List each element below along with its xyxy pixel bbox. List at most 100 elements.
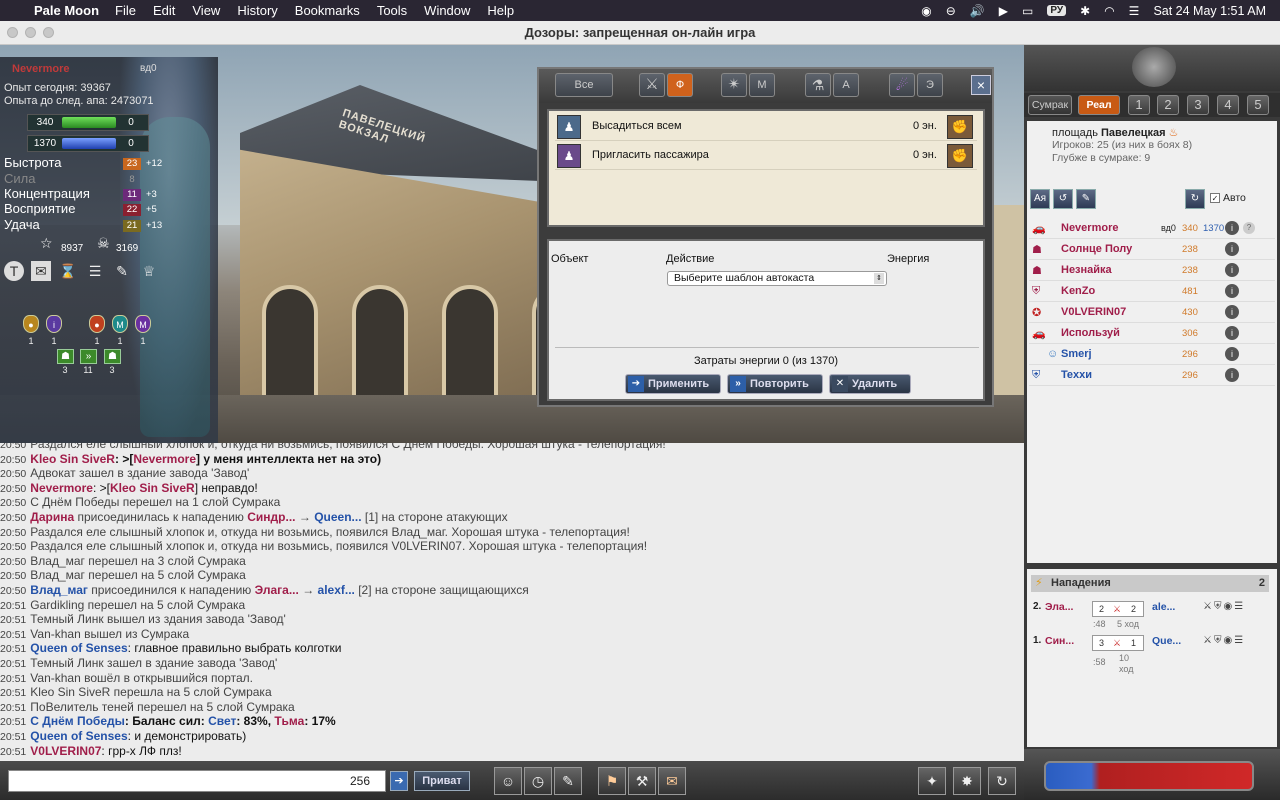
auto-refresh-toggle[interactable]: ✓ Авто bbox=[1210, 192, 1246, 204]
wifi-icon[interactable]: ◠ bbox=[1104, 4, 1114, 18]
clock[interactable]: Sat 24 May 1:51 AM bbox=[1153, 4, 1266, 18]
effect-badge-3[interactable]: ● bbox=[89, 315, 105, 333]
character-name[interactable]: Nevermore bbox=[12, 63, 69, 75]
trophy-icon[interactable]: ♕ bbox=[139, 261, 159, 281]
notes-icon[interactable]: ✎ bbox=[554, 767, 582, 795]
chat-nickname[interactable]: V0LVERIN07 bbox=[30, 744, 101, 758]
mail-send-icon[interactable]: ✉ bbox=[658, 767, 686, 795]
checkbox[interactable]: ✓ bbox=[1210, 193, 1220, 203]
chat-nickname[interactable]: Kleo Sin SiveR bbox=[30, 452, 115, 466]
profile-icon[interactable]: T bbox=[4, 261, 24, 281]
chat-nickname[interactable]: С Днём Победы bbox=[30, 714, 125, 728]
mail-icon[interactable]: ✉ bbox=[31, 261, 51, 281]
menu-edit[interactable]: Edit bbox=[153, 3, 175, 18]
chat-nickname[interactable]: Queen of Senses bbox=[30, 729, 127, 743]
table-row[interactable]: ⛨ Texxи 296 i bbox=[1029, 366, 1275, 386]
scroll-icon[interactable]: ☰ bbox=[1234, 635, 1243, 646]
tab-f-icon[interactable]: ⚔ bbox=[639, 73, 665, 97]
info-icon[interactable]: i bbox=[1225, 326, 1239, 340]
pen-icon[interactable]: ✎ bbox=[1076, 189, 1096, 209]
delete-button[interactable]: ✕ Удалить bbox=[829, 374, 911, 394]
layer-twilight-button[interactable]: Сумрак bbox=[1028, 95, 1072, 115]
scroll-icon[interactable]: ☰ bbox=[85, 261, 105, 281]
chat-nickname[interactable]: Влад_маг bbox=[30, 583, 88, 597]
layer-real-button[interactable]: Реал bbox=[1078, 95, 1120, 115]
layer-3-button[interactable]: 3 bbox=[1187, 95, 1209, 115]
send-button[interactable]: ➔ bbox=[390, 771, 408, 791]
layer-2-button[interactable]: 2 bbox=[1157, 95, 1179, 115]
effect-badge-1[interactable]: ● bbox=[23, 315, 39, 333]
chat-nickname[interactable]: Nevermore bbox=[30, 481, 93, 495]
info-icon[interactable]: i bbox=[1225, 284, 1239, 298]
tab-a-icon[interactable]: ⚗ bbox=[805, 73, 831, 97]
chat-nickname[interactable]: Kleo Sin SiveR bbox=[110, 481, 195, 495]
menu-window[interactable]: Window bbox=[424, 3, 470, 18]
chat-nickname[interactable]: Тьма bbox=[274, 714, 304, 728]
chat-nickname[interactable]: Дарина bbox=[30, 510, 74, 524]
buff-badge-2[interactable]: » bbox=[80, 349, 97, 364]
chat-nickname[interactable]: Синдр... bbox=[247, 510, 295, 524]
attack-row[interactable]: 2. Эла... 2 ⚔ 2 ale... ⚔ ⛨ ◉ ☰ :48 5 ход bbox=[1031, 599, 1269, 631]
tab-a[interactable]: А bbox=[833, 73, 859, 97]
buff-badge-3[interactable]: ☗ bbox=[104, 349, 121, 364]
battle-icon[interactable]: ✸ bbox=[953, 767, 981, 795]
effect-badge-2[interactable]: i bbox=[46, 315, 62, 333]
layer-4-button[interactable]: 4 bbox=[1217, 95, 1239, 115]
fist-icon[interactable]: ✊ bbox=[947, 144, 973, 168]
shield-icon[interactable]: ⛨ bbox=[1214, 601, 1222, 612]
chat-nickname[interactable]: Queen... bbox=[314, 510, 361, 524]
tab-e-icon[interactable]: ☄ bbox=[889, 73, 915, 97]
tab-m[interactable]: М bbox=[749, 73, 775, 97]
table-row[interactable]: 🚗 Используй 306 i bbox=[1029, 324, 1275, 344]
menu-bookmarks[interactable]: Bookmarks bbox=[295, 3, 360, 18]
table-row[interactable]: ☺ Smerj 296 i bbox=[1029, 345, 1275, 365]
menu-tools[interactable]: Tools bbox=[377, 3, 407, 18]
status-circle-icon[interactable]: ⊖ bbox=[946, 4, 956, 18]
eye-icon[interactable]: ◉ bbox=[1223, 601, 1232, 612]
table-row[interactable]: 🚗 Nevermore вд0 340 1370 i ? bbox=[1029, 219, 1275, 239]
effect-badge-4[interactable]: M bbox=[112, 315, 128, 333]
info-icon[interactable]: i bbox=[1225, 221, 1239, 235]
info-icon[interactable]: i bbox=[1225, 305, 1239, 319]
chat-nickname[interactable]: alexf... bbox=[318, 583, 355, 597]
control-center-icon[interactable]: ☰ bbox=[1129, 4, 1140, 18]
info-icon[interactable]: i bbox=[1225, 242, 1239, 256]
list-item[interactable]: ♟ Высадиться всем 0 эн. ✊ bbox=[555, 113, 977, 141]
fist-icon[interactable]: ✊ bbox=[947, 115, 973, 139]
sword-icon[interactable]: ⚔ bbox=[1203, 601, 1212, 612]
table-row[interactable]: ✪ V0LVERIN07 430 i bbox=[1029, 303, 1275, 323]
bluetooth-icon[interactable]: ✱ bbox=[1080, 4, 1090, 18]
volume-icon[interactable]: 🔊 bbox=[970, 4, 985, 18]
shield-icon[interactable]: ⛨ bbox=[1214, 635, 1222, 646]
info-icon[interactable]: i bbox=[1225, 347, 1239, 361]
input-source-indicator[interactable]: РУ bbox=[1047, 5, 1067, 16]
magic-icon[interactable]: ✦ bbox=[918, 767, 946, 795]
walk-icon[interactable]: ⚑ bbox=[598, 767, 626, 795]
help-icon[interactable]: ? bbox=[1243, 222, 1255, 234]
battery-icon[interactable]: ▭ bbox=[1022, 4, 1033, 18]
hourglass-icon[interactable]: ⌛ bbox=[58, 261, 78, 281]
wrench-icon[interactable]: ✎ bbox=[112, 261, 132, 281]
tab-m-icon[interactable]: ✴ bbox=[721, 73, 747, 97]
tools-icon[interactable]: ⚒ bbox=[628, 767, 656, 795]
effect-badge-5[interactable]: M bbox=[135, 315, 151, 333]
filter-icon[interactable]: ↺ bbox=[1053, 189, 1073, 209]
menu-view[interactable]: View bbox=[192, 3, 220, 18]
private-button[interactable]: Приват bbox=[414, 771, 470, 791]
layer-1-button[interactable]: 1 bbox=[1128, 95, 1150, 115]
table-row[interactable]: ☗ Солнце Полу 238 i bbox=[1029, 240, 1275, 260]
chat-nickname[interactable]: Queen of Senses bbox=[30, 641, 127, 655]
menu-history[interactable]: History bbox=[237, 3, 277, 18]
tab-f[interactable]: Ф bbox=[667, 73, 693, 97]
table-row[interactable]: ☗ Незнайка 238 i bbox=[1029, 261, 1275, 281]
tab-all[interactable]: Все bbox=[555, 73, 613, 97]
apply-button[interactable]: ➔ Применить bbox=[625, 374, 721, 394]
attack-row[interactable]: 1. Син... 3 ⚔ 1 Que... ⚔ ⛨ ◉ ☰ :58 10 хо… bbox=[1031, 633, 1269, 675]
sword-icon[interactable]: ⚔ bbox=[1203, 635, 1212, 646]
reload-icon[interactable]: ↻ bbox=[988, 767, 1016, 795]
menu-file[interactable]: File bbox=[115, 3, 136, 18]
chat-nickname[interactable]: Элага... bbox=[255, 583, 299, 597]
menu-help[interactable]: Help bbox=[487, 3, 514, 18]
autocast-template-select[interactable]: Выберите шаблон автокаста ⇕ bbox=[667, 271, 887, 286]
status-app-icon[interactable]: ◉ bbox=[921, 4, 931, 18]
